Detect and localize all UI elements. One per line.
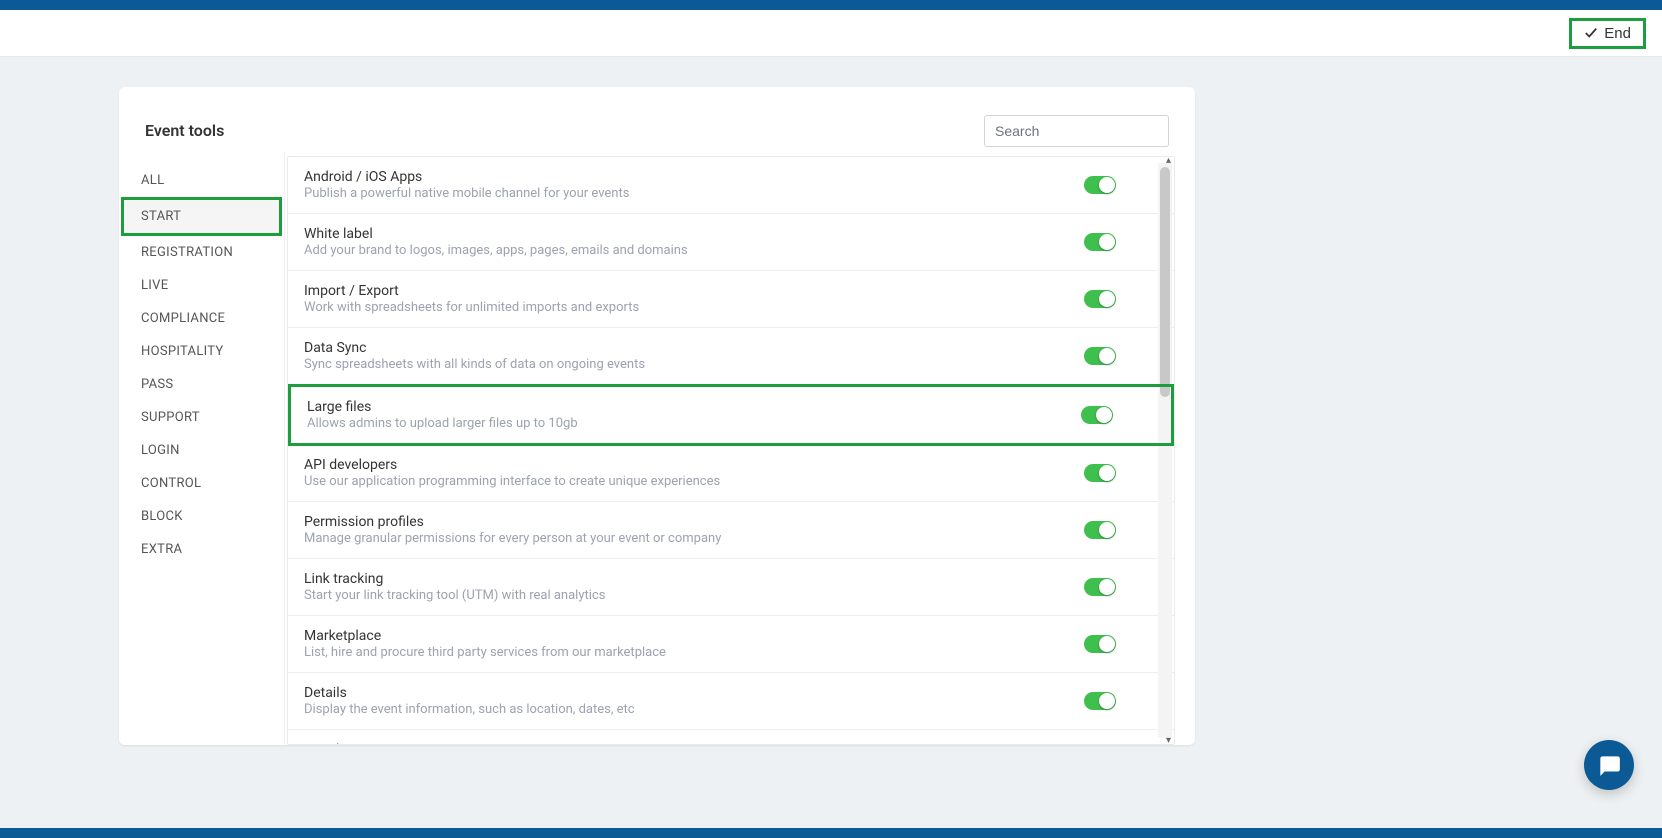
tool-row: Android / iOS AppsPublish a powerful nat…: [288, 157, 1174, 214]
event-tools-panel: Event tools ALLSTARTREGISTRATIONLIVECOMP…: [119, 87, 1195, 745]
end-button[interactable]: End: [1569, 18, 1646, 49]
end-button-label: End: [1604, 25, 1631, 42]
toggle-switch[interactable]: [1084, 692, 1116, 710]
tool-title: People: [304, 742, 1084, 745]
tool-text: Android / iOS AppsPublish a powerful nat…: [304, 169, 1084, 201]
toggle-switch[interactable]: [1081, 406, 1113, 424]
toggle-switch[interactable]: [1084, 233, 1116, 251]
tool-desc: Work with spreadsheets for unlimited imp…: [304, 300, 1084, 315]
tool-row: Permission profilesManage granular permi…: [288, 502, 1174, 559]
tool-desc: Start your link tracking tool (UTM) with…: [304, 588, 1084, 603]
tool-desc: List, hire and procure third party servi…: [304, 645, 1084, 660]
tool-title: White label: [304, 226, 1084, 242]
tool-title: Link tracking: [304, 571, 1084, 587]
tool-text: Import / ExportWork with spreadsheets fo…: [304, 283, 1084, 315]
tool-desc: Display the event information, such as l…: [304, 702, 1084, 717]
tool-text: Permission profilesManage granular permi…: [304, 514, 1084, 546]
toggle-switch[interactable]: [1084, 347, 1116, 365]
sidebar-item-login[interactable]: LOGIN: [119, 434, 284, 467]
tool-text: Data SyncSync spreadsheets with all kind…: [304, 340, 1084, 372]
tool-row: Import / ExportWork with spreadsheets fo…: [288, 271, 1174, 328]
panel-title: Event tools: [145, 121, 224, 140]
toggle-switch[interactable]: [1084, 578, 1116, 596]
tool-title: Data Sync: [304, 340, 1084, 356]
tool-desc: Use our application programming interfac…: [304, 474, 1084, 489]
top-strip: [0, 0, 1662, 10]
sidebar: ALLSTARTREGISTRATIONLIVECOMPLIANCEHOSPIT…: [119, 152, 285, 745]
bottom-strip: [0, 828, 1662, 838]
tool-text: MarketplaceList, hire and procure third …: [304, 628, 1084, 660]
sidebar-item-start[interactable]: START: [121, 197, 282, 236]
tool-row: DetailsDisplay the event information, su…: [288, 673, 1174, 730]
tool-title: Marketplace: [304, 628, 1084, 644]
tool-text: Large filesAllows admins to upload large…: [307, 399, 1081, 431]
tool-row: MarketplaceList, hire and procure third …: [288, 616, 1174, 673]
scroll-area: Android / iOS AppsPublish a powerful nat…: [287, 156, 1175, 745]
tool-title: Permission profiles: [304, 514, 1084, 530]
tool-row: White labelAdd your brand to logos, imag…: [288, 214, 1174, 271]
tool-desc: Manage granular permissions for every pe…: [304, 531, 1084, 546]
tool-row: PeopleManage all your attendees informat…: [288, 730, 1174, 745]
sidebar-item-all[interactable]: ALL: [119, 164, 284, 197]
tool-title: API developers: [304, 457, 1084, 473]
panel-header: Event tools: [119, 87, 1195, 152]
tool-row: Large filesAllows admins to upload large…: [288, 384, 1174, 446]
scroll-track[interactable]: [1158, 163, 1172, 738]
sidebar-item-registration[interactable]: REGISTRATION: [119, 236, 284, 269]
sidebar-item-support[interactable]: SUPPORT: [119, 401, 284, 434]
scroll-thumb[interactable]: [1160, 167, 1170, 397]
sidebar-item-live[interactable]: LIVE: [119, 269, 284, 302]
sidebar-item-hospitality[interactable]: HOSPITALITY: [119, 335, 284, 368]
sidebar-item-extra[interactable]: EXTRA: [119, 533, 284, 566]
tool-desc: Allows admins to upload larger files up …: [307, 416, 1081, 431]
toggle-switch[interactable]: [1084, 521, 1116, 539]
chat-icon: [1596, 752, 1622, 778]
chat-widget-button[interactable]: [1584, 740, 1634, 790]
sidebar-item-control[interactable]: CONTROL: [119, 467, 284, 500]
sidebar-item-pass[interactable]: PASS: [119, 368, 284, 401]
panel-body: ALLSTARTREGISTRATIONLIVECOMPLIANCEHOSPIT…: [119, 152, 1195, 745]
scroll-down-arrow[interactable]: ▾: [1166, 735, 1171, 745]
tool-text: API developersUse our application progra…: [304, 457, 1084, 489]
tool-text: DetailsDisplay the event information, su…: [304, 685, 1084, 717]
tool-text: PeopleManage all your attendees informat…: [304, 742, 1084, 745]
tool-title: Large files: [307, 399, 1081, 415]
content-wrap: Android / iOS AppsPublish a powerful nat…: [285, 152, 1195, 745]
tool-list: Android / iOS AppsPublish a powerful nat…: [288, 157, 1174, 745]
tool-desc: Publish a powerful native mobile channel…: [304, 186, 1084, 201]
sidebar-item-block[interactable]: BLOCK: [119, 500, 284, 533]
tool-row: API developersUse our application progra…: [288, 445, 1174, 502]
tool-desc: Add your brand to logos, images, apps, p…: [304, 243, 1084, 258]
check-icon: [1584, 26, 1598, 40]
header-bar: End: [0, 10, 1662, 57]
toggle-switch[interactable]: [1084, 176, 1116, 194]
toggle-switch[interactable]: [1084, 635, 1116, 653]
tool-row: Link trackingStart your link tracking to…: [288, 559, 1174, 616]
tool-title: Details: [304, 685, 1084, 701]
tool-text: Link trackingStart your link tracking to…: [304, 571, 1084, 603]
tool-title: Import / Export: [304, 283, 1084, 299]
search-input[interactable]: [984, 115, 1169, 147]
tool-desc: Sync spreadsheets with all kinds of data…: [304, 357, 1084, 372]
sidebar-item-compliance[interactable]: COMPLIANCE: [119, 302, 284, 335]
tool-row: Data SyncSync spreadsheets with all kind…: [288, 328, 1174, 385]
tool-title: Android / iOS Apps: [304, 169, 1084, 185]
tool-text: White labelAdd your brand to logos, imag…: [304, 226, 1084, 258]
toggle-switch[interactable]: [1084, 464, 1116, 482]
toggle-switch[interactable]: [1084, 290, 1116, 308]
